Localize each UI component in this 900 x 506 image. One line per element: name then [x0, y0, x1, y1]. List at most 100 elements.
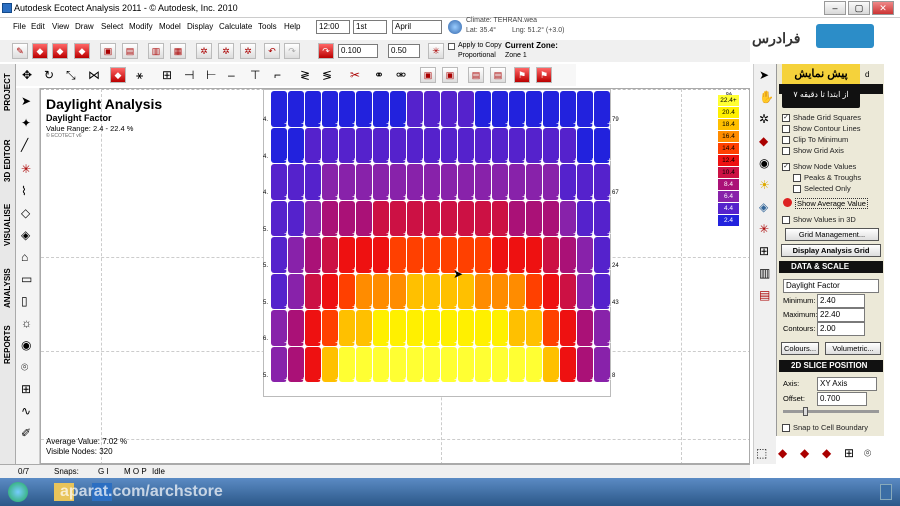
checkbox-box[interactable] — [782, 423, 790, 432]
menu-calculate[interactable]: Calculate — [219, 22, 252, 31]
offset-input-1[interactable]: 0.100 — [338, 44, 378, 58]
save-view-icon[interactable]: ◆ — [800, 446, 809, 460]
show-node-values-checkbox[interactable]: ✓ Show Node Values — [782, 161, 856, 172]
load-view-icon[interactable]: ◆ — [822, 446, 831, 460]
split-icon[interactable]: ⚹ — [136, 68, 143, 83]
new-icon[interactable]: ✎ — [12, 43, 28, 59]
maximize-button[interactable]: ▢ — [848, 1, 870, 15]
slice-position-header[interactable]: 2D SLICE POSITION — [779, 360, 883, 372]
selected-only-checkbox[interactable]: Selected Only — [793, 183, 851, 194]
line-icon[interactable]: ╱ — [21, 138, 28, 152]
show-average-button[interactable]: Show Average Value — [795, 198, 868, 209]
maximum-input[interactable]: 22.40 — [817, 308, 865, 322]
menu-modify[interactable]: Modify — [129, 22, 153, 31]
eye-icon[interactable]: ◉ — [759, 156, 769, 170]
checkbox-box[interactable] — [782, 135, 790, 144]
menu-display[interactable]: Display — [187, 22, 213, 31]
snaps-mop[interactable]: M O P — [124, 467, 147, 476]
shapes-icon[interactable]: ◆ — [759, 134, 768, 148]
tab-analysis[interactable]: ANALYSIS — [3, 268, 12, 308]
point-icon[interactable]: ✦ — [21, 116, 31, 130]
distribute-icon[interactable]: ⊢ — [206, 68, 216, 82]
wall-icon[interactable]: ▭ — [21, 272, 32, 286]
display-grid-button[interactable]: Display Analysis Grid — [781, 244, 881, 257]
parent-icon[interactable]: ▤ — [468, 67, 484, 83]
menu-tools[interactable]: Tools — [258, 22, 277, 31]
tab-visualise[interactable]: VISUALISE — [3, 204, 12, 246]
show-grid-axis-checkbox[interactable]: Show Grid Axis — [782, 145, 844, 156]
floor-icon[interactable]: ◈ — [21, 228, 30, 242]
flag2-icon[interactable]: ⚑ — [536, 67, 552, 83]
extrude-icon[interactable]: ◆ — [110, 67, 126, 83]
current-zone-value[interactable]: Zone 1 — [505, 52, 527, 59]
link-icon[interactable]: ⚭ — [374, 68, 384, 82]
render-icon[interactable]: ✲ — [240, 43, 256, 59]
menu-edit[interactable]: Edit — [31, 22, 45, 31]
sun-icon[interactable]: ☀ — [759, 178, 770, 192]
grid-management-button[interactable]: Grid Management... — [785, 228, 879, 241]
nodes-icon[interactable]: ✳ — [759, 222, 769, 236]
offset-input-2[interactable]: 0.50 — [388, 44, 420, 58]
show-values-3d-checkbox[interactable]: Show Values in 3D — [782, 214, 856, 225]
align-icon[interactable]: ⊣ — [184, 68, 194, 82]
checkbox-box[interactable] — [793, 184, 801, 193]
export-icon[interactable]: ◆ — [74, 43, 90, 59]
checkbox-box[interactable] — [793, 173, 801, 182]
corner-icon[interactable]: ⌐ — [274, 68, 281, 82]
horizontal-icon[interactable]: – — [228, 68, 235, 82]
peaks-troughs-checkbox[interactable]: Peaks & Troughs — [793, 172, 861, 183]
month-select[interactable]: April — [392, 20, 442, 34]
plane-icon[interactable]: ◇ — [21, 206, 30, 220]
menu-help[interactable]: Help — [284, 22, 300, 31]
show-desktop-button[interactable] — [880, 484, 892, 500]
tab-reports[interactable]: REPORTS — [3, 325, 12, 364]
unlink-icon[interactable]: ⚮ — [396, 68, 406, 82]
clip-to-minimum-checkbox[interactable]: Clip To Minimum — [782, 134, 848, 145]
snaps-gi[interactable]: G I — [98, 467, 109, 476]
undo-icon[interactable]: ↶ — [264, 43, 280, 59]
minimum-input[interactable]: 2.40 — [817, 294, 865, 308]
curve-icon[interactable]: ∿ — [21, 404, 31, 418]
grid-snap-icon[interactable]: ⊞ — [162, 68, 172, 82]
menu-view[interactable]: View — [52, 22, 69, 31]
start-button[interactable] — [8, 482, 28, 502]
table-icon[interactable]: ⊞ — [759, 244, 769, 258]
group-icon[interactable]: ▣ — [420, 67, 436, 83]
polyline-icon[interactable]: ⌇ — [21, 184, 27, 198]
flag-icon[interactable]: ⚑ — [514, 67, 530, 83]
grid-view-icon[interactable]: ⊞ — [844, 446, 854, 460]
node-icon[interactable]: ✳ — [21, 162, 31, 176]
time-input[interactable]: 12:00 — [316, 20, 350, 34]
scale-icon[interactable]: ⤡ — [66, 68, 76, 83]
day-select[interactable]: 1st — [353, 20, 387, 34]
promo-banner[interactable]: پیش نمایش از ابتدا تا دقیقه ۷ — [782, 64, 860, 108]
rotate-icon[interactable]: ↻ — [44, 68, 54, 82]
axes-icon[interactable]: ✳ — [428, 43, 444, 59]
chart-icon[interactable]: ▥ — [759, 266, 770, 280]
ungroup-icon[interactable]: ▣ — [442, 67, 458, 83]
data-scale-header[interactable]: DATA & SCALE — [779, 261, 883, 273]
daylight-grid[interactable]: + + + + + + + + + + + + + + + + + + + +4. 79 + + + + + + + + + + + + + + + +… — [263, 91, 619, 383]
zigzag-icon[interactable]: ≷ — [300, 68, 310, 82]
checkbox-box[interactable] — [782, 146, 790, 155]
mirror-icon[interactable]: ⋈ — [88, 68, 100, 82]
menu-select[interactable]: Select — [101, 22, 123, 31]
tab-3d-editor[interactable]: 3D EDITOR — [3, 139, 12, 182]
view-icon[interactable]: ⬚ — [756, 446, 767, 460]
grid-icon[interactable]: ⊞ — [21, 382, 31, 396]
light-icon[interactable]: ☼ — [21, 316, 32, 330]
snap-icon[interactable]: ↷ — [318, 43, 334, 59]
hand-icon[interactable]: ✋ — [759, 90, 774, 104]
gear-icon[interactable]: ✲ — [759, 112, 769, 126]
door-icon[interactable]: ▯ — [21, 294, 28, 308]
child-icon[interactable]: ▤ — [490, 67, 506, 83]
print-icon[interactable]: ▣ — [100, 43, 116, 59]
open-icon[interactable]: ◆ — [32, 43, 48, 59]
show-contour-lines-checkbox[interactable]: Show Contour Lines — [782, 123, 861, 134]
export-icon[interactable]: ◆ — [778, 446, 787, 460]
zone-icon[interactable]: ▥ — [148, 43, 164, 59]
analysis-viewport[interactable]: Daylight Analysis Daylight Factor Value … — [40, 88, 750, 464]
checkbox-box[interactable]: ✓ — [782, 113, 790, 122]
sun-path-icon[interactable]: ✲ — [218, 43, 234, 59]
slider-thumb[interactable] — [803, 407, 808, 416]
